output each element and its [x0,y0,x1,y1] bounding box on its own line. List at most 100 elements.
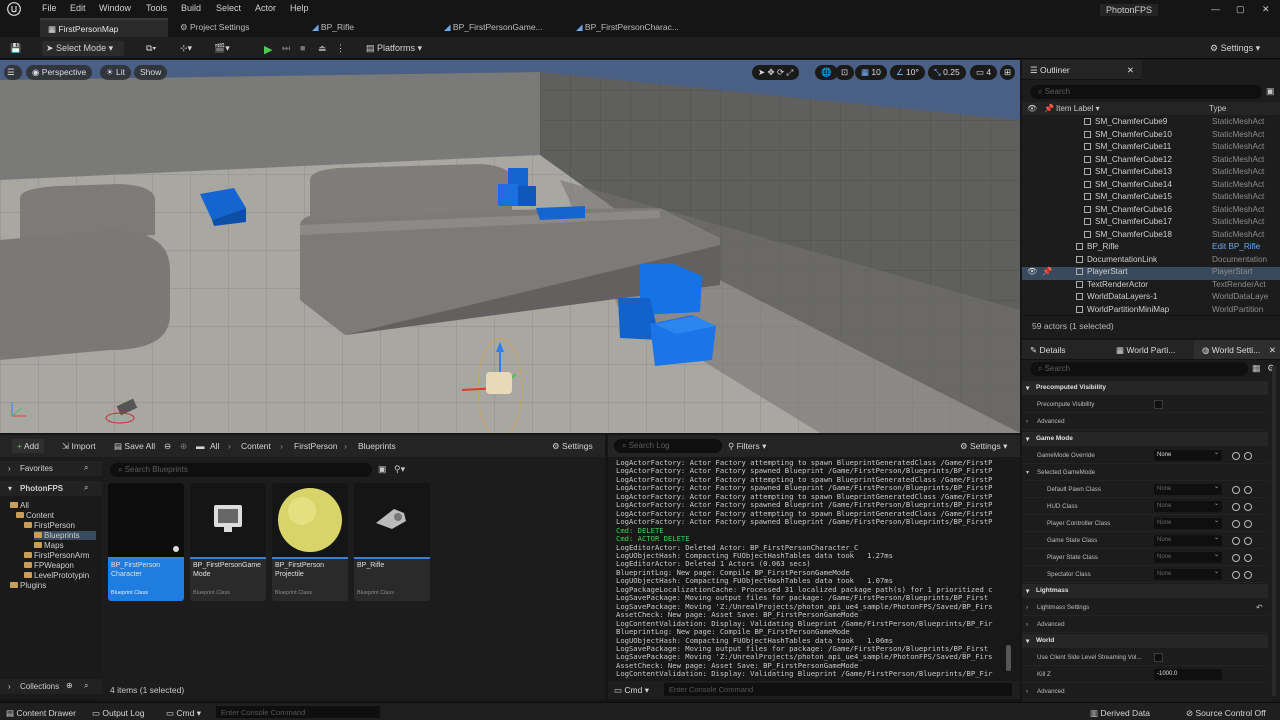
settings-button[interactable]: ⚙ Settings [552,441,593,452]
maximize-viewport-icon[interactable]: ⊞ [1000,65,1016,80]
save-search-icon[interactable]: ▣ [378,464,387,475]
blueprint-search-input[interactable]: ⌕ Search Blueprints [110,463,372,477]
advanced-row[interactable]: › Advanced [1022,684,1268,700]
folder-item[interactable]: Blueprints [34,531,96,540]
class-dropdown[interactable]: None [1154,568,1222,580]
source-control-button[interactable]: ⊘ Source Control Off [1186,708,1266,719]
outliner-row[interactable]: SM_ChamferCube10 StaticMeshAct [1022,130,1280,143]
outliner-row[interactable]: BP_Rifle Edit BP_Rifle [1022,242,1280,255]
save-icon[interactable]: 💾 [6,41,25,56]
browse-icon[interactable] [1232,571,1240,579]
log-settings-button[interactable]: ⚙ Settings ▾ [960,441,1007,452]
browse-icon[interactable] [1232,520,1240,528]
save-all-button[interactable]: ▤ Save All [114,441,155,452]
class-dropdown[interactable]: None [1154,551,1222,563]
derived-data-button[interactable]: ▥ Derived Data [1090,708,1150,719]
breadcrumb-firstperson[interactable]: FirstPerson [294,441,337,451]
menu-help[interactable]: Help [290,3,309,13]
tab-details[interactable]: ✎ Details [1022,340,1108,360]
play-options-icon[interactable]: ⋮ [332,41,349,56]
minimize-icon[interactable]: — [1211,4,1220,14]
close-tab-icon[interactable]: ✕ [1269,345,1276,356]
visibility-icon[interactable]: 👁 [1027,267,1037,277]
add-button[interactable]: + Add [12,439,44,453]
pin-icon[interactable]: 📌 [1044,104,1054,113]
kill-z-input[interactable]: -1000.0 [1154,669,1222,680]
details-scrollbar[interactable] [1272,366,1276,696]
folder-item[interactable]: Plugins [10,581,46,590]
menu-actor[interactable]: Actor [255,3,276,13]
add-collection-icon[interactable]: ⊕ [66,681,73,690]
reset-icon[interactable] [1244,486,1252,494]
outliner-search-input[interactable]: ⌕ Search [1030,85,1262,99]
reset-icon[interactable] [1244,537,1252,545]
close-icon[interactable]: ✕ [1262,4,1270,15]
folder-item[interactable]: FPWeapon [24,561,74,570]
add-actor-icon[interactable]: ⧉▾ [142,41,160,56]
outliner-row[interactable]: SM_ChamferCube14 StaticMeshAct [1022,180,1280,193]
precompute-visibility-checkbox[interactable] [1154,400,1163,409]
project-header[interactable]: ▾ PhotonFPS ⌕ [0,481,102,496]
reset-icon[interactable] [1244,554,1252,562]
tab-world-partition[interactable]: ▦ World Parti... [1108,340,1194,360]
asset-tile[interactable]: BP_FirstPersonGame Mode Blueprint Class [190,483,266,601]
visibility-icon[interactable]: 👁 [1027,104,1037,113]
log-search-input[interactable]: ⌕ Search Log [614,439,722,453]
filter-icon[interactable]: ⚲▾ [394,464,405,475]
outliner-row[interactable]: SM_ChamferCube13 StaticMeshAct [1022,167,1280,180]
skip-icon[interactable]: ⏭ [278,41,294,56]
section-world[interactable]: ▾ World [1022,634,1268,648]
menu-tools[interactable]: Tools [146,3,167,13]
browse-icon[interactable] [1232,537,1240,545]
tab-world-settings[interactable]: ◍ World Setti... ✕ [1194,340,1280,360]
search-icon[interactable]: ⌕ [84,681,88,691]
scale-snap-button[interactable]: ⤡ 0.25 [928,65,966,80]
details-search-input[interactable]: ⌕ Search [1030,362,1248,376]
select-mode-dropdown[interactable]: ➤ Select Mode ▾ [42,41,124,56]
outliner-row[interactable]: SM_ChamferCube17 StaticMeshAct [1022,217,1280,230]
viewport-menu-icon[interactable]: ☰ [4,65,22,80]
menu-window[interactable]: Window [99,3,131,13]
folder-item[interactable]: FirstPerson [24,521,75,530]
outliner-row[interactable]: DocumentationLink Documentation [1022,255,1280,268]
rotation-snap-button[interactable]: ∠ 10° [890,65,925,80]
lit-button[interactable]: ☀ Lit [100,65,131,80]
gamemode-override-dropdown[interactable]: None [1154,449,1222,461]
menu-build[interactable]: Build [181,3,201,13]
breadcrumb-blueprints[interactable]: Blueprints [358,441,396,451]
outliner-row[interactable]: TextRenderActor TextRenderAct [1022,280,1280,293]
asset-tile[interactable]: BP_FirstPerson Character Blueprint Class [108,483,184,601]
asset-tile[interactable]: BP_FirstPerson Projectile Blueprint Class [272,483,348,601]
folder-item[interactable]: All [10,501,29,510]
advanced-row[interactable]: › Advanced [1022,617,1268,633]
outliner-row[interactable]: WorldDataLayers-1 WorldDataLaye [1022,292,1280,305]
reset-icon[interactable] [1244,452,1252,460]
close-tab-icon[interactable]: ✕ [1127,65,1134,76]
reset-icon[interactable] [1244,571,1252,579]
browse-icon[interactable] [1232,554,1240,562]
search-icon[interactable]: ⌕ [84,463,88,473]
menu-file[interactable]: File [42,3,57,13]
unreal-logo-icon[interactable] [7,2,21,16]
asset-tile[interactable]: BP_Rifle Blueprint Class [354,483,430,601]
browse-icon[interactable] [1232,452,1240,460]
section-game-mode[interactable]: ▾ Game Mode [1022,432,1268,446]
level-viewport[interactable]: ☰ ◉ Perspective ☀ Lit Show ➤ ✥ ⟳ ⤢ 🌐 ⊡ ▦… [0,60,1020,433]
outliner-row[interactable]: SM_ChamferCube16 StaticMeshAct [1022,205,1280,218]
output-log-button[interactable]: ▭ Output Log [92,708,144,719]
tab-bp-character[interactable]: ◢ BP_FirstPersonCharac... [568,18,685,37]
play-icon[interactable]: ▶ [260,41,276,56]
history-forward-icon[interactable]: ⊕ [180,441,187,452]
eject-icon[interactable]: ⏏ [314,41,331,56]
selected-gamemode-row[interactable]: ▾ Selected GameMode [1022,465,1268,481]
outliner-tab[interactable]: ☰ Outliner ✕ [1022,60,1142,80]
folder-item[interactable]: FirstPersonArm [24,551,90,560]
table-view-icon[interactable]: ▦ [1252,363,1261,374]
import-button[interactable]: ⇲ Import [62,441,96,452]
cmd-dropdown[interactable]: ▭ Cmd ▾ [166,708,201,719]
transform-tools[interactable]: ➤ ✥ ⟳ ⤢ [752,65,800,80]
outliner-row[interactable]: 👁 📌 PlayerStart PlayerStart [1022,267,1280,280]
class-dropdown[interactable]: None [1154,517,1222,529]
advanced-row[interactable]: › Advanced [1022,414,1268,430]
tab-bp-gamemode[interactable]: ◢ BP_FirstPersonGame... [436,18,549,37]
